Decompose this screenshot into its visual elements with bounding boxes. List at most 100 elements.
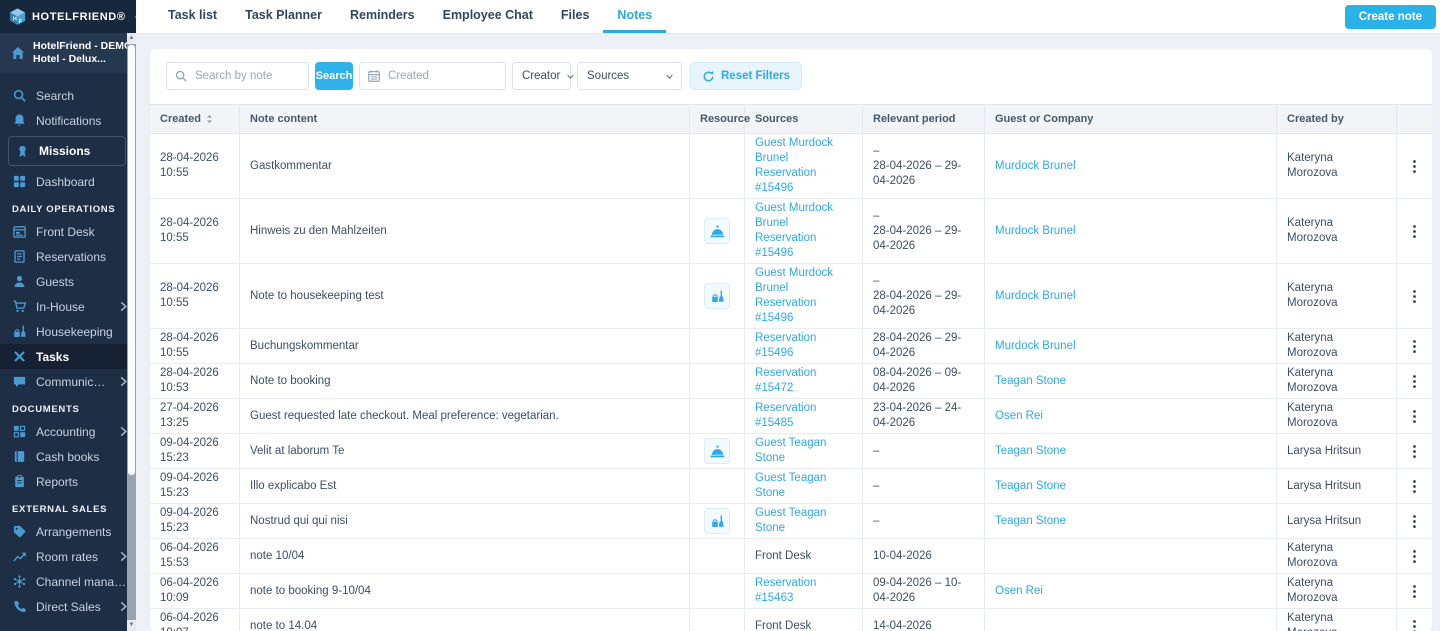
cell-relevant-period: – (863, 504, 985, 539)
source-link[interactable]: Reservation #15496 (755, 166, 852, 196)
sidebar-item-arrangements[interactable]: Arrangements (0, 519, 136, 544)
guest-link[interactable]: Murdock Brunel (995, 159, 1076, 174)
guest-link[interactable]: Teagan Stone (995, 444, 1066, 459)
period-text: 08-04-2026 – 09-04-2026 (873, 367, 962, 394)
scrollbar-down-icon[interactable]: ▼ (127, 620, 136, 631)
source-link[interactable]: Reservation #15496 (755, 296, 852, 326)
scrollbar-up-icon[interactable]: ▲ (127, 33, 136, 44)
sidebar-item-cash-books[interactable]: Cash books (0, 444, 136, 469)
cell-actions (1397, 199, 1432, 264)
guest-link[interactable]: Teagan Stone (995, 514, 1066, 529)
guest-link[interactable]: Osen Rei (995, 584, 1043, 599)
row-actions-button[interactable] (1408, 222, 1421, 241)
creator-dropdown[interactable]: Creator (512, 62, 575, 90)
sidebar-item-tasks[interactable]: Tasks (0, 344, 136, 369)
source-link[interactable]: Reservation #15496 (755, 231, 852, 261)
column-header-created[interactable]: Created (150, 105, 240, 133)
sidebar-item-guests[interactable]: Guests (0, 269, 136, 294)
row-actions-button[interactable] (1408, 372, 1421, 391)
cell-created: 27-04-2026 13:25 (150, 399, 240, 434)
row-actions-button[interactable] (1408, 287, 1421, 306)
source-link[interactable]: Guest Teagan Stone (755, 506, 852, 536)
created-date-input[interactable] (359, 62, 506, 90)
sources-dropdown[interactable]: Sources (577, 62, 682, 90)
kebab-menu-icon (1412, 374, 1417, 389)
reset-filters-button[interactable]: Reset Filters (690, 62, 803, 90)
row-actions-button[interactable] (1408, 582, 1421, 601)
source-link[interactable]: Guest Teagan Stone (755, 436, 852, 466)
sidebar-item-label: Housekeeping (36, 324, 113, 339)
table-row: 06-04-2026 15:53 note 10/04 Front Desk 10-0… (150, 539, 1432, 574)
cell-actions (1397, 264, 1432, 329)
hotel-selector[interactable]: HotelFriend - DEMO Hotel - Delux... (0, 33, 136, 73)
cell-created-by: Larysa Hritsun (1277, 504, 1397, 539)
source-link[interactable]: Reservation #15472 (755, 366, 852, 396)
tab-files[interactable]: Files (547, 0, 604, 33)
tab-reminders[interactable]: Reminders (336, 0, 429, 33)
source-link[interactable]: Guest Murdock Brunel (755, 266, 852, 296)
sidebar-item-in-house[interactable]: In-House (0, 294, 136, 319)
sidebar-item-accounting[interactable]: Accounting (0, 419, 136, 444)
source-link[interactable]: Guest Teagan Stone (755, 471, 852, 501)
row-actions-button[interactable] (1408, 442, 1421, 461)
sidebar-item-label: Accounting (36, 424, 96, 439)
cell-actions (1397, 539, 1432, 574)
sidebar-item-channel-manager[interactable]: Channel manager (0, 569, 136, 594)
source-link[interactable]: Guest Murdock Brunel (755, 136, 852, 166)
home-icon (10, 45, 26, 61)
guest-link[interactable]: Murdock Brunel (995, 289, 1076, 304)
row-actions-button[interactable] (1408, 617, 1421, 631)
create-note-button[interactable]: Create note (1344, 5, 1436, 29)
sidebar-item-housekeeping[interactable]: Housekeeping (0, 319, 136, 344)
cell-actions (1397, 609, 1432, 631)
source-link[interactable]: Reservation #15463 (755, 576, 852, 606)
tab-task-list[interactable]: Task list (154, 0, 231, 33)
row-actions-button[interactable] (1408, 477, 1421, 496)
cell-note-content: note to booking 9-10/04 (240, 574, 690, 609)
column-header-guest-or-company: Guest or Company (985, 105, 1277, 133)
guest-link[interactable]: Murdock Brunel (995, 224, 1076, 239)
cell-sources: Reservation #15485 (745, 399, 863, 434)
row-actions-button[interactable] (1408, 547, 1421, 566)
sidebar-item-dashboard[interactable]: Dashboard (0, 169, 136, 194)
source-link[interactable]: Reservation #15496 (755, 331, 852, 361)
hotel-name-line2: Hotel - Delux... (33, 53, 106, 65)
row-actions-button[interactable] (1408, 407, 1421, 426)
sidebar-item-missions[interactable]: Missions (8, 136, 126, 166)
cell-note-content: Velit at laborum Te (240, 434, 690, 469)
cell-created: 09-04-2026 15:23 (150, 504, 240, 539)
tab-notes[interactable]: Notes (603, 0, 667, 33)
housekeeping-icon (710, 289, 725, 304)
search-button[interactable]: Search (315, 62, 353, 90)
source-link[interactable]: Reservation #15485 (755, 401, 852, 431)
sidebar-item-direct-sales[interactable]: Direct Sales (0, 594, 136, 619)
guest-link[interactable]: Teagan Stone (995, 479, 1066, 494)
cell-created-by: Kateryna Morozova (1277, 264, 1397, 329)
sidebar-item-communications[interactable]: Communications (0, 369, 136, 394)
cell-created-by: Kateryna Morozova (1277, 399, 1397, 434)
cell-note-content: Note to housekeeping test (240, 264, 690, 329)
source-link[interactable]: Guest Murdock Brunel (755, 201, 852, 231)
cell-resource (690, 264, 745, 329)
front-desk-icon (12, 224, 27, 239)
tab-task-planner[interactable]: Task Planner (231, 0, 336, 33)
row-actions-button[interactable] (1408, 157, 1421, 176)
guest-link[interactable]: Teagan Stone (995, 374, 1066, 389)
sidebar-item-reports[interactable]: Reports (0, 469, 136, 494)
kebab-menu-icon (1412, 159, 1417, 174)
sidebar-item-search[interactable]: Search (0, 83, 136, 108)
cell-sources: Front Desk (745, 539, 863, 574)
row-actions-button[interactable] (1408, 512, 1421, 531)
sidebar-scrollbar[interactable]: ▲ ▼ (127, 33, 136, 631)
sidebar-item-room-rates[interactable]: Room rates (0, 544, 136, 569)
row-actions-button[interactable] (1408, 337, 1421, 356)
sidebar-item-reservations[interactable]: Reservations (0, 244, 136, 269)
sidebar-item-front-desk[interactable]: Front Desk (0, 219, 136, 244)
cell-relevant-period: – (863, 434, 985, 469)
guest-link[interactable]: Murdock Brunel (995, 339, 1076, 354)
collapse-sidebar-icon[interactable] (133, 11, 136, 23)
scrollbar-thumb[interactable] (128, 45, 135, 475)
tab-employee-chat[interactable]: Employee Chat (429, 0, 547, 33)
sidebar-item-notifications[interactable]: Notifications (0, 108, 136, 133)
guest-link[interactable]: Osen Rei (995, 409, 1043, 424)
